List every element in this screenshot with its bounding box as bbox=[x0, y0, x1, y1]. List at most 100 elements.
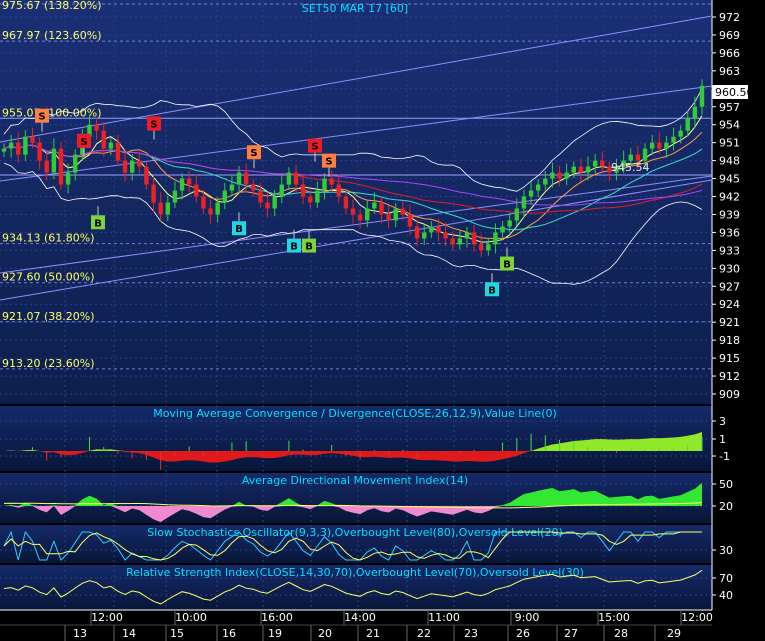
price-tick-label: 927 bbox=[719, 280, 740, 293]
price-tick-label: 945 bbox=[719, 173, 740, 186]
date-label: 15 bbox=[170, 627, 184, 640]
time-label: 11:00 bbox=[428, 611, 460, 624]
candle-body bbox=[343, 196, 349, 209]
signal-label: B bbox=[488, 285, 496, 296]
candle-body bbox=[122, 160, 128, 173]
candle-body bbox=[16, 142, 21, 155]
candle-body bbox=[585, 166, 591, 173]
candle-body bbox=[243, 172, 249, 185]
candle-body bbox=[308, 196, 313, 203]
candle-body bbox=[258, 190, 263, 203]
indicator-tick-label: 20 bbox=[719, 500, 733, 513]
indicator-title: Moving Average Convergence / Divergence(… bbox=[153, 407, 557, 420]
time-label: 16:00 bbox=[261, 611, 293, 624]
candle-body bbox=[94, 124, 99, 131]
price-tick-label: 942 bbox=[719, 191, 740, 204]
candle-body bbox=[51, 148, 57, 173]
candle-body bbox=[115, 142, 121, 161]
date-label: 23 bbox=[464, 627, 478, 640]
date-label: 22 bbox=[417, 627, 431, 640]
price-tick-label: 969 bbox=[719, 29, 740, 42]
candle-body bbox=[186, 178, 192, 185]
candle-body bbox=[407, 214, 413, 227]
date-label: 21 bbox=[366, 627, 380, 640]
candle-body bbox=[671, 136, 676, 143]
candle-body bbox=[578, 166, 584, 173]
signal-label: B bbox=[305, 242, 313, 253]
candle-body bbox=[151, 184, 156, 203]
indicator-tick-label: 30 bbox=[719, 544, 733, 557]
candle-body bbox=[208, 208, 213, 215]
candle-body bbox=[592, 160, 598, 167]
signal-label: S bbox=[38, 112, 45, 123]
candle-body bbox=[699, 85, 705, 107]
candle-body bbox=[422, 232, 427, 239]
candle-body bbox=[350, 208, 356, 215]
candle-body bbox=[692, 106, 698, 119]
candle-body bbox=[137, 160, 142, 167]
stock-chart[interactable]: 975.67 (138.20%)967.97 (123.60%)955.07 (… bbox=[0, 0, 765, 641]
candle-body bbox=[443, 232, 448, 239]
candle-body bbox=[357, 214, 363, 221]
candle-body bbox=[550, 172, 555, 179]
indicator-tick-label: 50 bbox=[719, 478, 733, 491]
candle-body bbox=[436, 226, 441, 233]
date-label: 16 bbox=[222, 627, 236, 640]
fib-label: 975.67 (138.20%) bbox=[2, 0, 102, 12]
candle-body bbox=[194, 184, 199, 197]
price-tick-label: 933 bbox=[719, 244, 740, 257]
candle-body bbox=[58, 148, 64, 185]
candle-body bbox=[315, 190, 320, 203]
date-label: 13 bbox=[73, 627, 87, 640]
date-label: 14 bbox=[122, 627, 136, 640]
candle-body bbox=[500, 226, 505, 233]
candle-body bbox=[564, 172, 569, 179]
candle-body bbox=[493, 232, 498, 245]
candle-body bbox=[457, 238, 463, 245]
price-tick-label: 930 bbox=[719, 262, 740, 275]
candle-body bbox=[543, 178, 548, 185]
candle-body bbox=[101, 130, 106, 149]
candle-body bbox=[222, 190, 227, 203]
candle-body bbox=[479, 244, 484, 251]
candle-body bbox=[635, 154, 641, 161]
candle-body bbox=[600, 160, 605, 167]
candle-body bbox=[678, 130, 683, 137]
price-tick-label: 924 bbox=[719, 298, 740, 311]
indicator-title: Average Directional Movement Index(14) bbox=[242, 474, 468, 487]
signal-label: S bbox=[250, 148, 257, 159]
signal-label: B bbox=[235, 224, 243, 235]
indicator-tick-label: 40 bbox=[719, 589, 733, 602]
candle-body bbox=[379, 202, 384, 215]
candle-body bbox=[329, 178, 334, 185]
price-tick-label: 954 bbox=[719, 119, 740, 132]
signal-label: S bbox=[150, 120, 157, 131]
price-tick-label: 963 bbox=[719, 65, 740, 78]
price-tick-label: 918 bbox=[719, 334, 740, 347]
candle-body bbox=[37, 142, 42, 161]
candle-body bbox=[229, 184, 235, 191]
candle-body bbox=[8, 142, 14, 149]
candle-body bbox=[179, 178, 185, 191]
indicator-tick-label: 70 bbox=[719, 572, 733, 585]
time-label: 12:00 bbox=[91, 611, 123, 624]
indicator-tick-label: -1 bbox=[719, 450, 730, 463]
price-tick-label: 966 bbox=[719, 47, 740, 60]
signal-label: S bbox=[325, 157, 332, 168]
candle-body bbox=[429, 226, 434, 233]
candle-body bbox=[372, 202, 377, 209]
candle-body bbox=[279, 184, 284, 197]
candle-body bbox=[365, 208, 370, 221]
time-label: 9:00 bbox=[515, 611, 540, 624]
candle-body bbox=[286, 172, 292, 185]
price-tick-label: 921 bbox=[719, 316, 740, 329]
fib-label: 967.97 (123.60%) bbox=[2, 29, 102, 42]
price-tick-label: 951 bbox=[719, 137, 740, 150]
price-tick-label: 957 bbox=[719, 101, 740, 114]
date-label: 27 bbox=[564, 627, 578, 640]
candle-body bbox=[528, 190, 534, 197]
candle-body bbox=[685, 118, 690, 131]
last-price-label: 960.50 bbox=[715, 86, 754, 99]
candle-body bbox=[521, 196, 527, 209]
candle-body bbox=[657, 142, 662, 149]
